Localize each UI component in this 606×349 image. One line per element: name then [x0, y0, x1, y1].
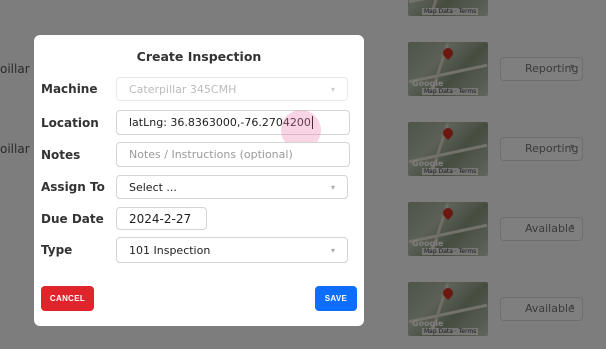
location-label: Location — [41, 116, 99, 130]
machine-label: Machine — [41, 82, 98, 96]
machine-select: Caterpillar 345CMH ▾ — [116, 77, 348, 101]
assign-to-label: Assign To — [41, 180, 105, 194]
modal-title: Create Inspection — [136, 49, 262, 64]
chevron-down-icon: ▾ — [330, 245, 335, 255]
type-label: Type — [41, 243, 73, 257]
notes-label: Notes — [41, 148, 81, 162]
cancel-button[interactable]: CANCEL — [41, 286, 94, 311]
chevron-down-icon: ▾ — [330, 182, 335, 192]
create-inspection-modal: Create Inspection Machine Caterpillar 34… — [34, 35, 364, 326]
type-select[interactable]: 101 Inspection ▾ — [116, 237, 348, 263]
chevron-down-icon: ▾ — [330, 84, 335, 94]
due-date-input[interactable]: 2024-2-27 — [116, 207, 207, 230]
notes-input[interactable]: Notes / Instructions (optional) — [116, 142, 350, 167]
due-date-label: Due Date — [41, 212, 104, 226]
save-button[interactable]: SAVE — [315, 286, 357, 311]
assign-to-select[interactable]: Select ... ▾ — [116, 175, 348, 199]
